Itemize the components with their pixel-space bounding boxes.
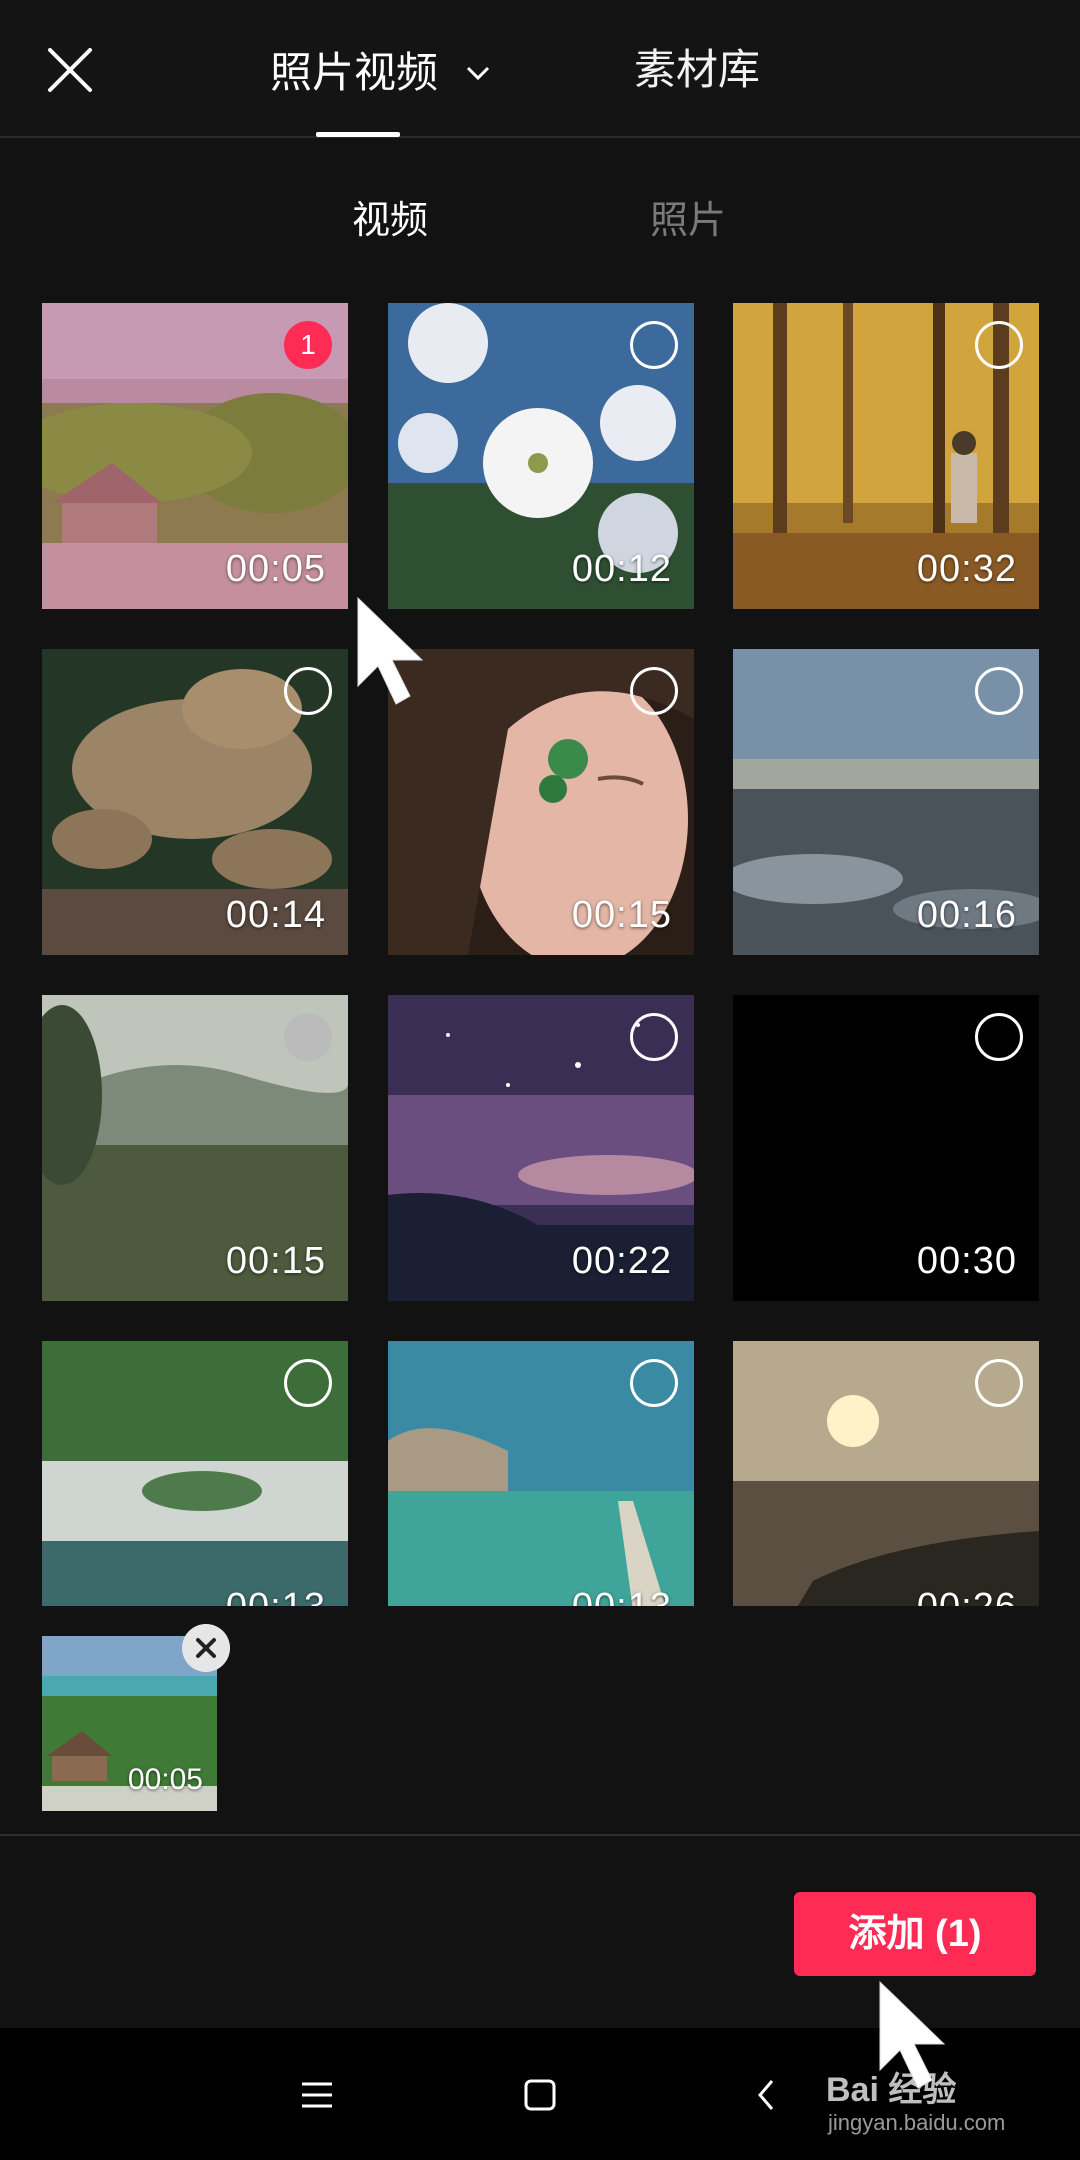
tab-photos-videos[interactable]: 照片视频: [270, 40, 492, 100]
home-icon[interactable]: [513, 2068, 567, 2122]
media-tile[interactable]: 00:15: [42, 995, 348, 1301]
divider: [0, 1834, 1080, 1836]
media-tile[interactable]: 00:13: [388, 1341, 694, 1606]
video-duration: 00:32: [916, 548, 1017, 590]
video-duration: 00:13: [572, 1586, 672, 1606]
media-tile[interactable]: 00:30: [733, 995, 1039, 1301]
video-duration: 00:26: [917, 1586, 1017, 1606]
selection-circle[interactable]: [284, 1359, 332, 1407]
selection-circle[interactable]: [975, 1359, 1023, 1407]
subtab-video[interactable]: 视频: [352, 196, 428, 246]
media-tile[interactable]: 00:16: [733, 649, 1039, 955]
media-tile[interactable]: 00:14: [42, 649, 348, 955]
selection-circle[interactable]: [630, 1013, 678, 1061]
selection-badge[interactable]: 1: [284, 321, 332, 369]
add-button[interactable]: 添加 (1): [794, 1892, 1036, 1976]
x-icon[interactable]: [182, 1624, 230, 1672]
media-grid: 1 00:05 00:12 00:32 00:14 00:15 00:16 00…: [0, 300, 1080, 1606]
selection-circle[interactable]: [630, 321, 678, 369]
video-duration: 00:16: [916, 894, 1017, 936]
video-duration: 00:15: [571, 894, 672, 936]
video-duration: 00:14: [225, 894, 326, 936]
menu-icon[interactable]: [290, 2068, 344, 2122]
video-duration: 00:13: [226, 1586, 326, 1606]
pointer-cursor-icon: [879, 1980, 946, 2089]
video-duration: 00:22: [571, 1240, 672, 1282]
media-tile[interactable]: 00:26: [733, 1341, 1039, 1606]
selection-circle[interactable]: [284, 1013, 332, 1061]
media-tile[interactable]: 00:12: [388, 303, 694, 609]
tab-material-library[interactable]: 素材库: [634, 40, 760, 100]
media-tile[interactable]: 1 00:05: [42, 303, 348, 609]
top-bar: 照片视频 素材库: [0, 0, 1080, 138]
pointer-cursor-icon: [357, 596, 424, 705]
video-duration: 00:05: [127, 1763, 203, 1796]
media-tile[interactable]: 00:22: [388, 995, 694, 1301]
video-duration: 00:12: [571, 548, 672, 590]
video-duration: 00:15: [225, 1240, 326, 1282]
selection-circle[interactable]: [975, 1013, 1023, 1061]
back-icon[interactable]: [740, 2068, 794, 2122]
selection-circle[interactable]: [284, 667, 332, 715]
selection-circle[interactable]: [630, 667, 678, 715]
chevron-down-icon: [466, 66, 489, 81]
selection-circle[interactable]: [975, 667, 1023, 715]
media-tile[interactable]: 00:15: [388, 649, 694, 955]
subtab-photo[interactable]: 照片: [650, 196, 726, 246]
video-duration: 00:05: [225, 548, 326, 590]
video-duration: 00:30: [916, 1240, 1017, 1282]
tab-photos-videos-label: 照片视频: [270, 48, 439, 96]
active-tab-indicator: [316, 132, 400, 137]
close-icon[interactable]: [42, 42, 98, 98]
media-tile[interactable]: 00:13: [42, 1341, 348, 1606]
selection-circle[interactable]: [630, 1359, 678, 1407]
watermark-url: jingyan.baidu.com: [828, 2110, 1006, 2135]
selection-circle[interactable]: [975, 321, 1023, 369]
media-tile[interactable]: 00:32: [733, 303, 1039, 609]
